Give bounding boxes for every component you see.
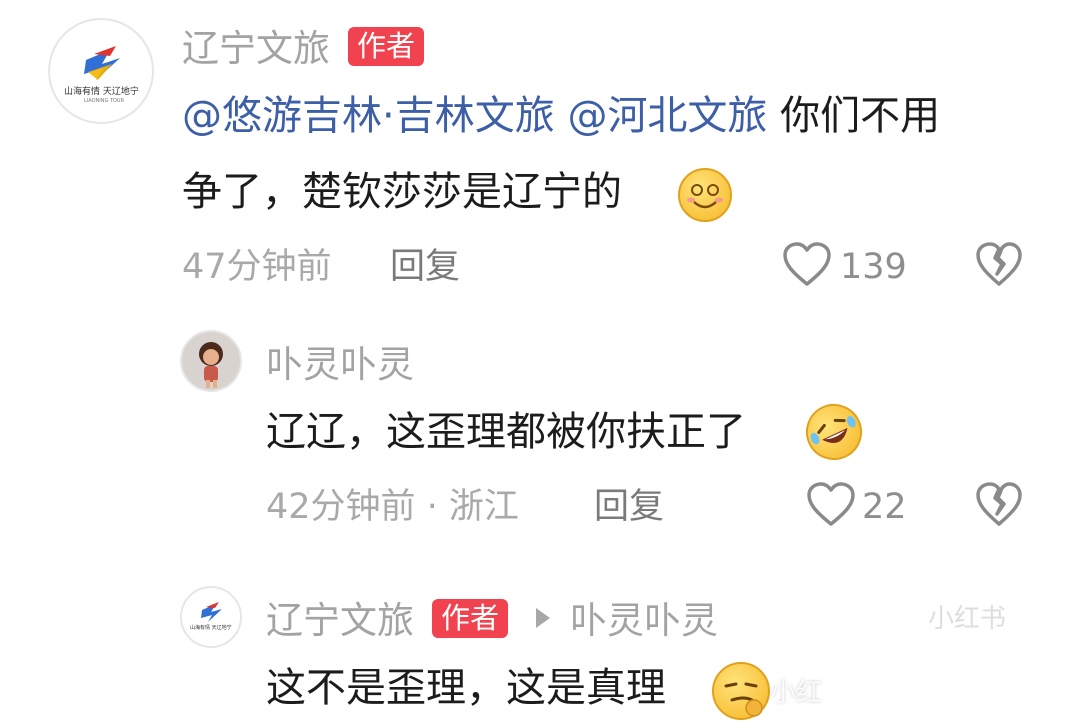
avatar-liaoning-wenlv[interactable]: 山海有情 天辽地宁 [180,586,242,648]
heart-icon [783,242,831,286]
logo-lettering: 山海有情 天辽地宁 [190,625,232,631]
dislike-button[interactable] [975,482,1023,528]
smile-emoji [678,168,732,222]
comment-text-line2: 争了，楚钦莎莎是辽宁的 [182,169,622,215]
mention-hebei[interactable]: @河北文旅 [567,93,767,139]
watermark-brand-small: 小红 [770,678,823,708]
avatar-bulingbuling[interactable] [180,330,242,392]
dislike-button[interactable] [975,242,1023,288]
comment-text: 你们不用 [780,93,941,139]
avatar-liaoning-wenlv[interactable]: 山海有情 天辽地宁 LIAONING TOUR [48,18,154,124]
comment-author[interactable]: 辽宁文旅 [182,30,330,67]
logo-sub-lettering: LIAONING TOUR [84,98,125,104]
smirk-emoji [712,662,770,720]
liaoning-tour-logo [84,46,120,80]
broken-heart-icon [976,242,1022,286]
reply-time-location: 42分钟前 · 浙江 [266,487,519,527]
like-count: 139 [840,247,907,287]
logo-lettering: 山海有情 天辽地宁 [64,87,139,97]
comment-text-line1: @悠游吉林·吉林文旅 @河北文旅 你们不用 [182,96,940,136]
like-button[interactable] [806,482,856,528]
comment-time: 47分钟前 [182,247,332,287]
reply-text: 辽辽，这歪理都被你扶正了 [266,409,746,455]
mention-jilin[interactable]: @悠游吉林·吉林文旅 [182,93,555,139]
watermark-brand: 小红书 [928,604,1007,634]
liaoning-tour-logo [201,602,222,622]
reply-to-user[interactable]: 卟灵卟灵 [570,602,718,639]
broken-heart-icon [976,482,1022,526]
author-badge: 作者 [432,599,509,638]
reply-text: 这不是歪理，这是真理 [266,665,666,711]
reply-button[interactable]: 回复 [390,250,460,285]
like-count: 22 [862,487,907,527]
heart-icon [807,482,855,526]
reply-author[interactable]: 卟灵卟灵 [266,346,414,383]
reply-author[interactable]: 辽宁文旅 [266,602,414,639]
author-badge: 作者 [348,27,425,66]
like-button[interactable] [782,242,832,288]
reply-button[interactable]: 回复 [594,490,664,525]
reply-arrow-icon [536,608,550,628]
rofl-emoji [796,394,872,470]
